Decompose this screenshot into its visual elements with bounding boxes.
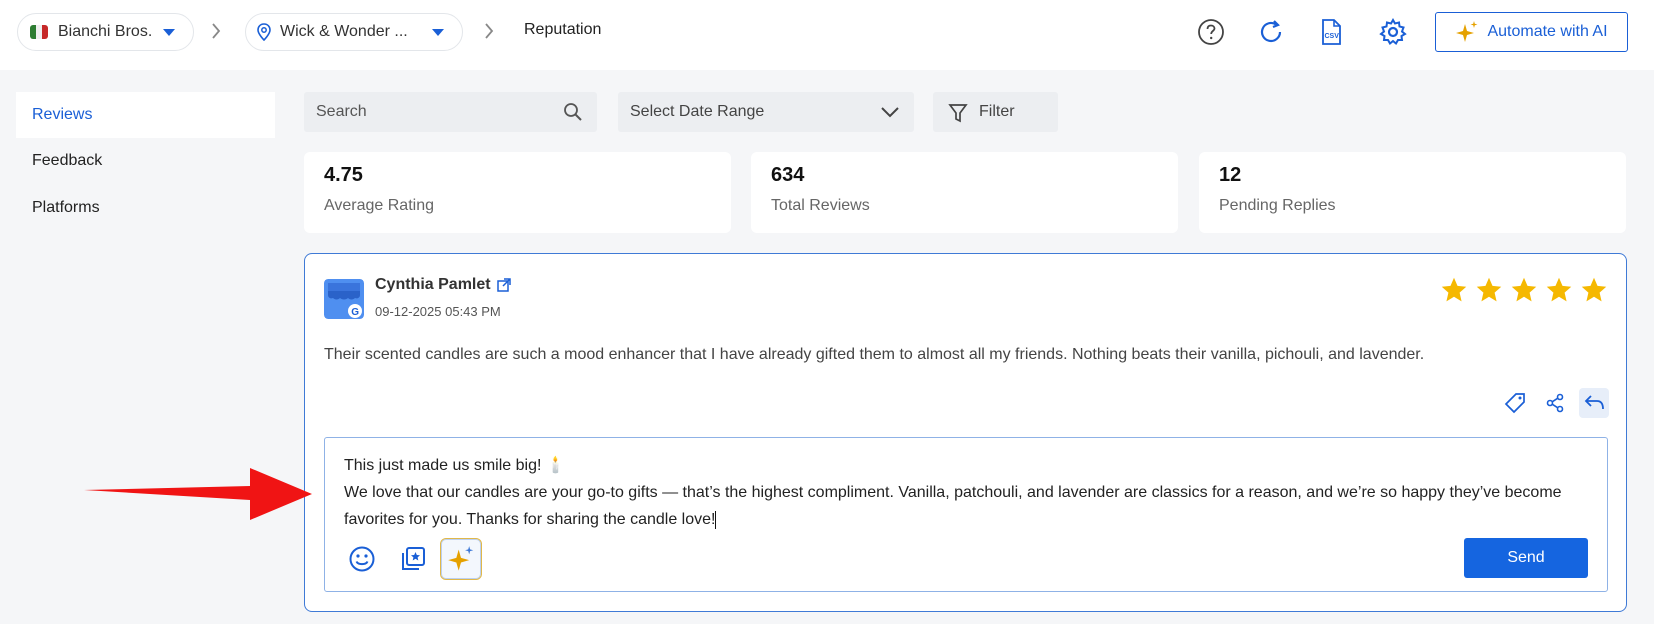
emoji-button[interactable]	[341, 538, 383, 580]
help-icon[interactable]	[1196, 17, 1226, 47]
chevron-right-icon	[485, 23, 494, 39]
star-icon	[1476, 277, 1502, 302]
location-pin-icon	[257, 23, 271, 41]
text-cursor	[715, 510, 717, 529]
stat-value: 12	[1219, 164, 1242, 186]
sidebar-item-reviews[interactable]: Reviews	[16, 92, 275, 138]
star-icon	[1581, 277, 1607, 302]
arrow-annotation-icon	[84, 468, 312, 520]
date-range-select[interactable]: Select Date Range	[618, 92, 914, 132]
org-selector[interactable]: Bianchi Bros.	[17, 13, 194, 51]
filter-button[interactable]: Filter	[933, 92, 1058, 132]
review-text: Their scented candles are such a mood en…	[324, 346, 1425, 363]
stat-card-average-rating: 4.75 Average Rating	[304, 152, 731, 233]
location-selector[interactable]: Wick & Wonder ...	[245, 13, 463, 51]
reply-icon	[1584, 395, 1604, 410]
review-card: G Cynthia Pamlet 09-12-2025 05:43 PM The…	[304, 253, 1627, 612]
star-rating	[1440, 276, 1608, 304]
stat-value: 634	[771, 164, 805, 186]
sidebar-item-label: Feedback	[32, 152, 103, 169]
date-range-label: Select Date Range	[630, 103, 765, 120]
sparkle-icon	[1456, 21, 1478, 42]
send-button[interactable]: Send	[1464, 538, 1588, 578]
star-icon	[1546, 277, 1572, 302]
svg-text:CSV: CSV	[1325, 33, 1340, 40]
search-placeholder: Search	[316, 103, 367, 120]
chevron-right-icon	[212, 23, 221, 39]
org-name: Bianchi Bros.	[58, 23, 153, 40]
gear-icon[interactable]	[1378, 17, 1408, 47]
star-icon	[1511, 277, 1537, 302]
sparkle-icon	[448, 546, 474, 571]
automate-label: Automate with AI	[1487, 23, 1608, 40]
automate-with-ai-button[interactable]: Automate with AI	[1435, 12, 1628, 52]
breadcrumb-current: Reputation	[524, 21, 602, 38]
stat-card-pending-replies: 12 Pending Replies	[1199, 152, 1626, 233]
share-button[interactable]	[1540, 388, 1570, 418]
csv-export-icon[interactable]: CSV	[1316, 17, 1346, 47]
media-library-button[interactable]	[392, 538, 434, 580]
search-input[interactable]: Search	[304, 92, 597, 132]
share-icon	[1546, 393, 1564, 413]
sidebar-item-label: Reviews	[32, 106, 93, 123]
sidebar-item-label: Platforms	[32, 199, 100, 216]
chevron-down-icon	[432, 29, 444, 36]
star-icon	[1441, 277, 1467, 302]
tag-icon	[1504, 393, 1525, 414]
sidebar-item-platforms[interactable]: Platforms	[16, 185, 275, 231]
tag-button[interactable]	[1500, 388, 1530, 418]
google-business-icon: G	[324, 279, 364, 319]
reviewer-name: Cynthia Pamlet	[375, 276, 491, 293]
sidebar-item-feedback[interactable]: Feedback	[16, 138, 275, 184]
chevron-down-icon	[163, 29, 175, 36]
stat-label: Average Rating	[324, 197, 434, 214]
stat-label: Pending Replies	[1219, 197, 1336, 214]
media-library-icon	[402, 547, 425, 570]
reply-line-2: We love that our candles are your go-to …	[344, 484, 1562, 528]
review-date: 09-12-2025 05:43 PM	[375, 304, 501, 319]
ai-generate-button[interactable]	[440, 538, 482, 580]
reply-button[interactable]	[1579, 388, 1609, 418]
reply-textarea[interactable]: This just made us smile big! 🕯️ We love …	[324, 437, 1608, 592]
search-icon	[564, 103, 582, 121]
location-name: Wick & Wonder ...	[280, 23, 408, 40]
refresh-icon[interactable]	[1256, 17, 1286, 47]
reply-text[interactable]: This just made us smile big! 🕯️ We love …	[344, 452, 1594, 533]
stat-label: Total Reviews	[771, 197, 870, 214]
chevron-down-icon	[881, 107, 899, 118]
reply-line-1: This just made us smile big! 🕯️	[344, 457, 566, 474]
emoji-icon	[349, 546, 375, 572]
filter-label: Filter	[979, 103, 1015, 120]
org-logo	[30, 25, 48, 39]
external-link-icon[interactable]	[496, 277, 512, 293]
stat-card-total-reviews: 634 Total Reviews	[751, 152, 1178, 233]
filter-icon	[948, 104, 968, 123]
stat-value: 4.75	[324, 164, 363, 186]
svg-text:G: G	[351, 307, 359, 318]
top-header: Bianchi Bros. Wick & Wonder ... Reputati…	[0, 0, 1654, 70]
